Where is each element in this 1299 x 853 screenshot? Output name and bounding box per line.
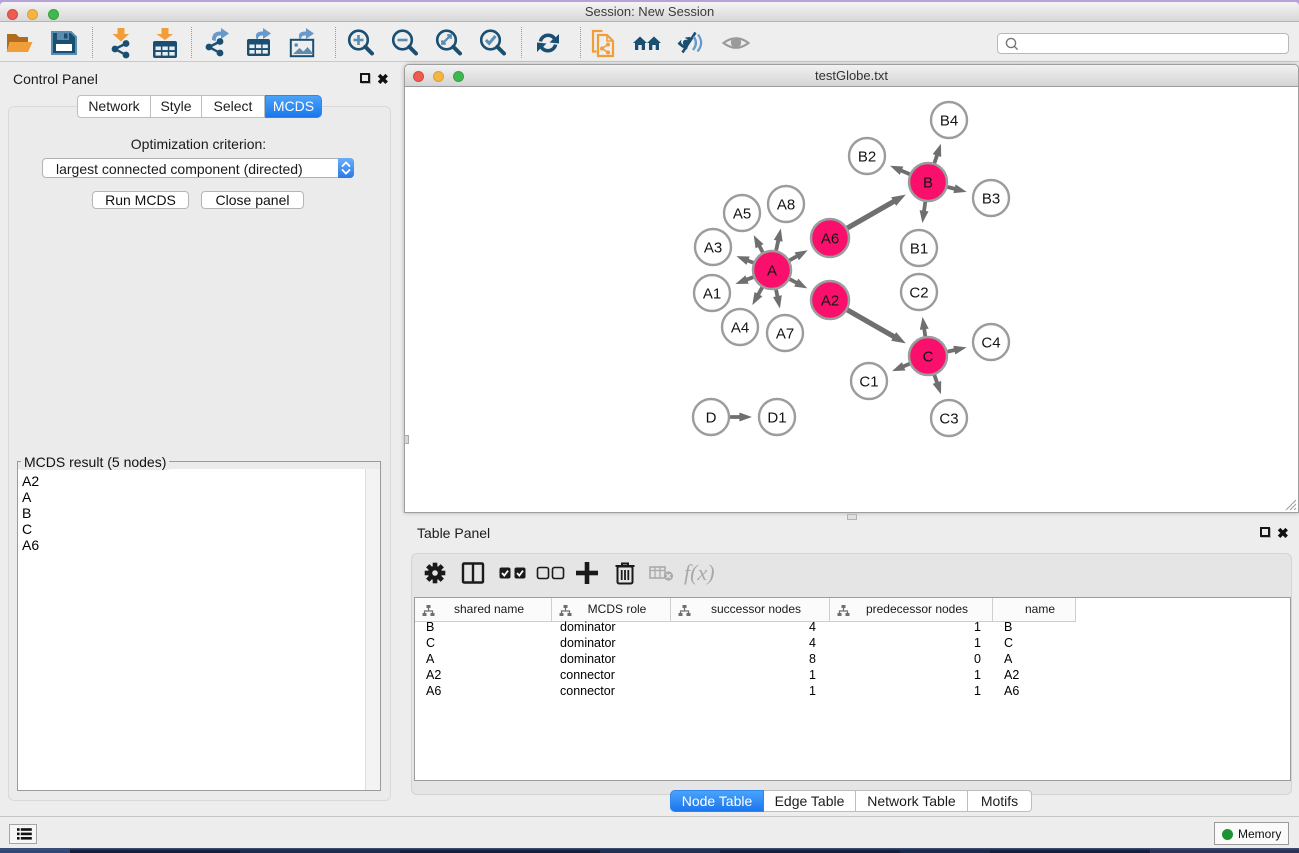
svg-text:D: D — [706, 410, 717, 427]
svg-text:A8: A8 — [777, 197, 795, 214]
svg-text:A7: A7 — [776, 326, 794, 343]
svg-text:C4: C4 — [981, 335, 1000, 352]
svg-text:B2: B2 — [858, 149, 876, 166]
svg-text:C2: C2 — [909, 285, 928, 302]
svg-text:C3: C3 — [939, 411, 958, 428]
svg-text:A2: A2 — [821, 293, 839, 310]
svg-text:C: C — [923, 349, 934, 366]
svg-text:B: B — [923, 175, 933, 192]
svg-text:A4: A4 — [731, 320, 749, 337]
svg-text:A1: A1 — [703, 286, 721, 303]
svg-text:C1: C1 — [859, 374, 878, 391]
svg-text:D1: D1 — [767, 410, 786, 427]
svg-text:A: A — [767, 263, 777, 280]
svg-text:B1: B1 — [910, 241, 928, 258]
svg-text:A6: A6 — [821, 231, 839, 248]
svg-text:B3: B3 — [982, 191, 1000, 208]
svg-text:B4: B4 — [940, 113, 958, 130]
svg-text:A5: A5 — [733, 206, 751, 223]
svg-text:A3: A3 — [704, 240, 722, 257]
